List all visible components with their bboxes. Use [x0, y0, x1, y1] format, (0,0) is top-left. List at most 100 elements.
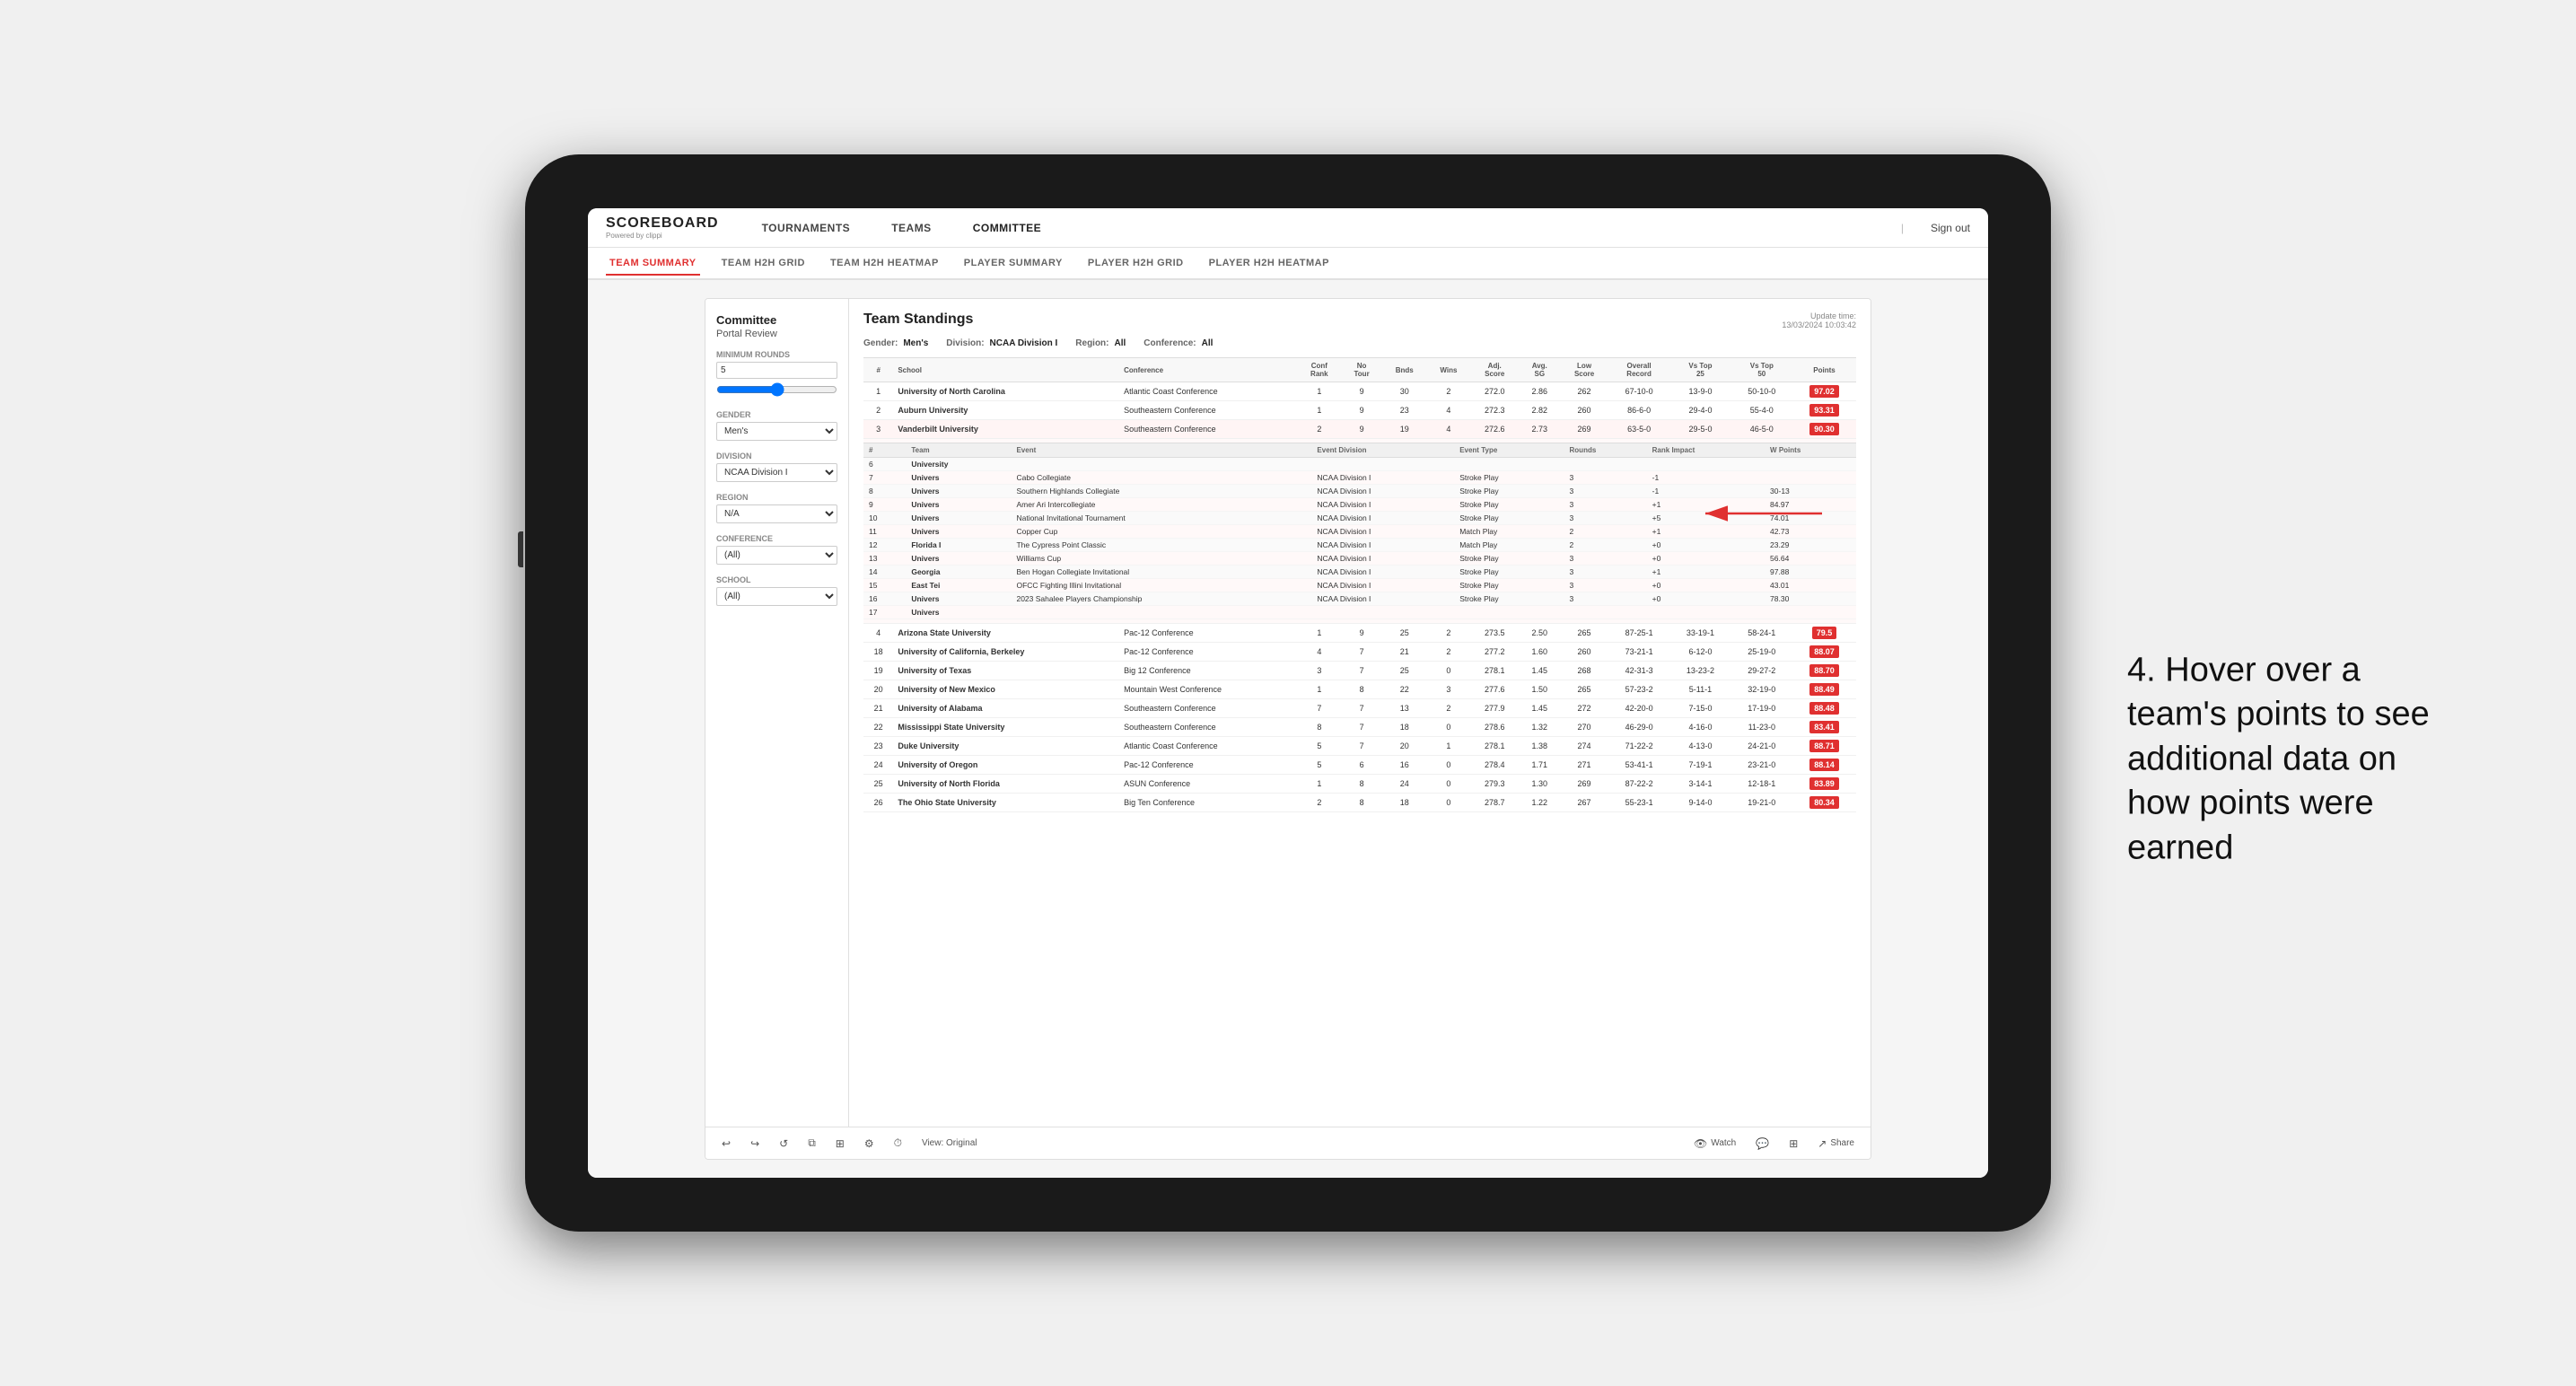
- col-points: Points: [1792, 358, 1856, 382]
- tablet-screen: SCOREBOARD Powered by clippi TOURNAMENTS…: [588, 208, 1988, 1178]
- redo-icon: ↪: [750, 1137, 759, 1150]
- sidebar-select-school[interactable]: (All): [716, 587, 837, 606]
- table-row[interactable]: 4 Arizona State University Pac-12 Confer…: [863, 624, 1856, 643]
- cell-points[interactable]: 90.30: [1792, 420, 1856, 439]
- cell-overall: 87-25-1: [1608, 624, 1669, 643]
- sidebar-select-conference[interactable]: (All): [716, 546, 837, 565]
- col-low-score: LowScore: [1560, 358, 1608, 382]
- cell-wins: 2: [1427, 382, 1470, 401]
- cell-conf-rank: 1: [1297, 401, 1341, 420]
- table-row[interactable]: 26The Ohio State UniversityBig Ten Confe…: [863, 794, 1856, 812]
- table-row[interactable]: 20University of New MexicoMountain West …: [863, 680, 1856, 699]
- copy-button[interactable]: ⧉: [802, 1135, 821, 1152]
- share-button[interactable]: ↗ Share: [1812, 1136, 1860, 1152]
- cell-points[interactable]: 93.31: [1792, 401, 1856, 420]
- table-row[interactable]: 23Duke UniversityAtlantic Coast Conferen…: [863, 737, 1856, 756]
- table-row[interactable]: 19University of TexasBig 12 Conference37…: [863, 662, 1856, 680]
- tablet-frame: SCOREBOARD Powered by clippi TOURNAMENTS…: [525, 154, 2051, 1232]
- table-row[interactable]: 2 Auburn University Southeastern Confere…: [863, 401, 1856, 420]
- sidebar-input-rounds[interactable]: [716, 362, 837, 379]
- update-time-label: Update time:: [1810, 311, 1856, 320]
- cell-rank: 1: [863, 382, 893, 401]
- cell-bnds: 30: [1382, 382, 1427, 401]
- tab-team-h2h-grid[interactable]: TEAM H2H GRID: [718, 252, 809, 276]
- view-button[interactable]: View: Original: [916, 1136, 983, 1150]
- tablet-side-button[interactable]: [518, 531, 523, 567]
- logo-area: SCOREBOARD Powered by clippi: [606, 215, 719, 240]
- table-row-highlighted[interactable]: 3 Vanderbilt University Southeastern Con…: [863, 420, 1856, 439]
- expanded-table-row: 6University: [863, 458, 1856, 471]
- nav-teams[interactable]: TEAMS: [884, 218, 939, 238]
- table-row[interactable]: 25University of North FloridaASUN Confer…: [863, 775, 1856, 794]
- cell-no-tour: 9: [1341, 624, 1381, 643]
- sidebar-select-division[interactable]: NCAA Division I NCAA Division II: [716, 463, 837, 482]
- clock-button[interactable]: ⏱: [889, 1135, 907, 1152]
- sidebar-select-gender[interactable]: Men's Women's: [716, 422, 837, 441]
- filter-conference: Conference: All: [1143, 338, 1213, 348]
- tab-player-h2h-heatmap[interactable]: PLAYER H2H HEATMAP: [1205, 252, 1333, 276]
- exp-col-div: Event Division: [1311, 443, 1454, 458]
- table-header-row: # School Conference ConfRank NoTour Bnds…: [863, 358, 1856, 382]
- reset-button[interactable]: ↺: [774, 1136, 793, 1152]
- annotation-text: 4. Hover over a team's points to see add…: [2127, 649, 2468, 871]
- panel-header: Team Standings Update time: 13/03/2024 1…: [863, 311, 1856, 329]
- settings-button[interactable]: ⚙: [859, 1136, 880, 1152]
- nav-tournaments[interactable]: TOURNAMENTS: [755, 218, 858, 238]
- cell-avg-sg: 2.50: [1519, 624, 1560, 643]
- expanded-table-row: 16Univers2023 Sahalee Players Championsh…: [863, 592, 1856, 606]
- comment-button[interactable]: 💬: [1750, 1136, 1774, 1152]
- sidebar-title: Committee: [716, 313, 837, 327]
- grid-button[interactable]: ⊞: [1783, 1136, 1803, 1152]
- report-body: Committee Portal Review Minimum Rounds G…: [705, 299, 1871, 1127]
- filter-division-label: Division:: [946, 338, 984, 348]
- expanded-table-row: 17Univers: [863, 606, 1856, 619]
- cell-points[interactable]: 97.02: [1792, 382, 1856, 401]
- comment-icon: 💬: [1756, 1137, 1769, 1150]
- table-row[interactable]: 1 University of North Carolina Atlantic …: [863, 382, 1856, 401]
- cell-wins: 2: [1427, 624, 1470, 643]
- watch-button[interactable]: 👁 Watch: [1688, 1136, 1741, 1152]
- col-vs50: Vs Top50: [1731, 358, 1792, 382]
- redo-button[interactable]: ↪: [745, 1136, 765, 1152]
- view-label: View: Original: [922, 1138, 977, 1148]
- reset-icon: ↺: [779, 1137, 788, 1150]
- expanded-table-row: 15East TeiOFCC Fighting Illini Invitatio…: [863, 579, 1856, 592]
- standings-table: # School Conference ConfRank NoTour Bnds…: [863, 357, 1856, 812]
- cell-school: Arizona State University: [893, 624, 1119, 643]
- exp-col-num: #: [863, 443, 906, 458]
- undo-button[interactable]: ↩: [716, 1136, 736, 1152]
- table-row[interactable]: 21University of AlabamaSoutheastern Conf…: [863, 699, 1856, 718]
- tab-team-h2h-heatmap[interactable]: TEAM H2H HEATMAP: [827, 252, 942, 276]
- sidebar-section-rounds: Minimum Rounds: [716, 350, 837, 399]
- tab-player-summary[interactable]: PLAYER SUMMARY: [960, 252, 1066, 276]
- sidebar-label-gender: Gender: [716, 410, 837, 419]
- sidebar-range-rounds[interactable]: [716, 382, 837, 397]
- cell-vs50: 46-5-0: [1731, 420, 1792, 439]
- grid-icon: ⊞: [1789, 1137, 1798, 1150]
- sidebar-label-rounds: Minimum Rounds: [716, 350, 837, 359]
- cell-vs25: 13-9-0: [1669, 382, 1730, 401]
- tab-player-h2h-grid[interactable]: PLAYER H2H GRID: [1084, 252, 1187, 276]
- cell-overall: 63-5-0: [1608, 420, 1669, 439]
- cell-points[interactable]: 79.5: [1792, 624, 1856, 643]
- cell-rank: 3: [863, 420, 893, 439]
- tab-team-summary[interactable]: TEAM SUMMARY: [606, 252, 700, 276]
- table-row[interactable]: 18University of California, BerkeleyPac-…: [863, 643, 1856, 662]
- table-row[interactable]: 22Mississippi State UniversitySoutheaste…: [863, 718, 1856, 737]
- annotation-container: 4. Hover over a team's points to see add…: [2127, 649, 2468, 871]
- cell-avg-sg: 2.82: [1519, 401, 1560, 420]
- sign-out-button[interactable]: Sign out: [1931, 222, 1970, 234]
- exp-col-event: Event: [1011, 443, 1311, 458]
- sidebar-select-region[interactable]: N/A All: [716, 504, 837, 523]
- cell-adj-score: 272.3: [1470, 401, 1519, 420]
- expanded-table-row: 13UniversWilliams CupNCAA Division IStro…: [863, 552, 1856, 566]
- sidebar-section-region: Region N/A All: [716, 493, 837, 523]
- sidebar-section-division: Division NCAA Division I NCAA Division I…: [716, 452, 837, 482]
- main-content: Committee Portal Review Minimum Rounds G…: [588, 280, 1988, 1178]
- nav-committee[interactable]: COMMITTEE: [966, 218, 1049, 238]
- table-row[interactable]: 24University of OregonPac-12 Conference5…: [863, 756, 1856, 775]
- filter-division-value: NCAA Division I: [990, 338, 1058, 348]
- expanded-table-row: 10UniversNational Invitational Tournamen…: [863, 512, 1856, 525]
- paste-button[interactable]: ⊞: [830, 1136, 850, 1152]
- cell-vs50: 55-4-0: [1731, 401, 1792, 420]
